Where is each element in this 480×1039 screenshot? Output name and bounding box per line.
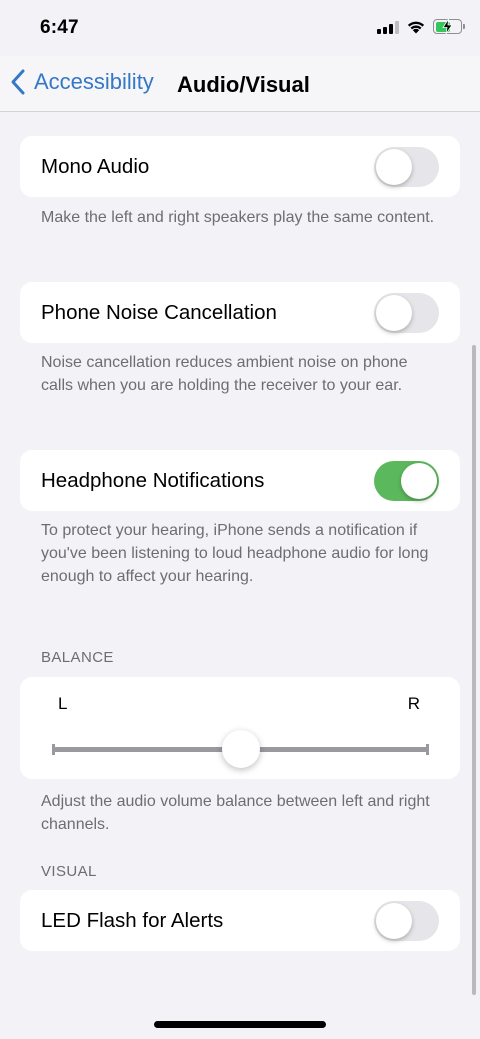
navigation-bar: Accessibility Audio/Visual bbox=[0, 56, 480, 112]
noise-cancellation-label: Phone Noise Cancellation bbox=[41, 301, 277, 324]
toggle-knob bbox=[401, 463, 437, 499]
balance-footnote: Adjust the audio volume balance between … bbox=[41, 793, 430, 833]
balance-slider-card: L R bbox=[20, 677, 460, 779]
mono-audio-row: Mono Audio bbox=[20, 136, 460, 197]
headphone-notifications-toggle[interactable] bbox=[374, 461, 439, 501]
balance-slider-thumb[interactable] bbox=[221, 730, 260, 768]
slider-left-cap bbox=[52, 744, 55, 755]
mono-audio-footnote: Make the left and right speakers play th… bbox=[41, 209, 435, 226]
headphone-notifications-row: Headphone Notifications bbox=[20, 450, 460, 511]
toggle-knob bbox=[376, 903, 412, 939]
headphone-notifications-label: Headphone Notifications bbox=[41, 469, 265, 492]
status-bar: 6:47 bbox=[0, 0, 480, 56]
screen: 6:47 Accessibility Audio/Visual Mono Aud… bbox=[0, 0, 480, 1039]
wifi-icon bbox=[407, 21, 425, 34]
led-flash-toggle[interactable] bbox=[374, 901, 439, 941]
slider-right-cap bbox=[426, 744, 429, 755]
status-icons bbox=[377, 19, 465, 34]
noise-cancellation-toggle[interactable] bbox=[374, 293, 439, 333]
balance-section-header: BALANCE bbox=[41, 649, 114, 666]
scroll-indicator[interactable] bbox=[472, 345, 476, 995]
toggle-knob bbox=[376, 295, 412, 331]
noise-cancellation-footnote: Noise cancellation reduces ambient noise… bbox=[41, 354, 408, 394]
cellular-signal-icon bbox=[377, 20, 399, 34]
back-label: Accessibility bbox=[34, 69, 154, 94]
chevron-left-icon bbox=[11, 69, 25, 95]
balance-slider-track[interactable] bbox=[52, 730, 429, 768]
battery-charging-icon bbox=[433, 19, 465, 34]
balance-right-label: R bbox=[407, 694, 420, 713]
headphone-notifications-footnote: To protect your hearing, iPhone sends a … bbox=[41, 522, 429, 585]
mono-audio-label: Mono Audio bbox=[41, 155, 150, 178]
mono-audio-toggle[interactable] bbox=[374, 147, 439, 187]
visual-section-header: VISUAL bbox=[41, 863, 97, 880]
back-button[interactable]: Accessibility bbox=[10, 68, 154, 96]
toggle-knob bbox=[376, 149, 412, 185]
home-indicator[interactable] bbox=[154, 1021, 326, 1028]
status-time: 6:47 bbox=[40, 17, 79, 38]
led-flash-label: LED Flash for Alerts bbox=[41, 909, 224, 932]
led-flash-row: LED Flash for Alerts bbox=[20, 890, 460, 951]
noise-cancellation-row: Phone Noise Cancellation bbox=[20, 282, 460, 343]
balance-left-label: L bbox=[58, 694, 68, 713]
page-title: Audio/Visual bbox=[177, 72, 310, 97]
